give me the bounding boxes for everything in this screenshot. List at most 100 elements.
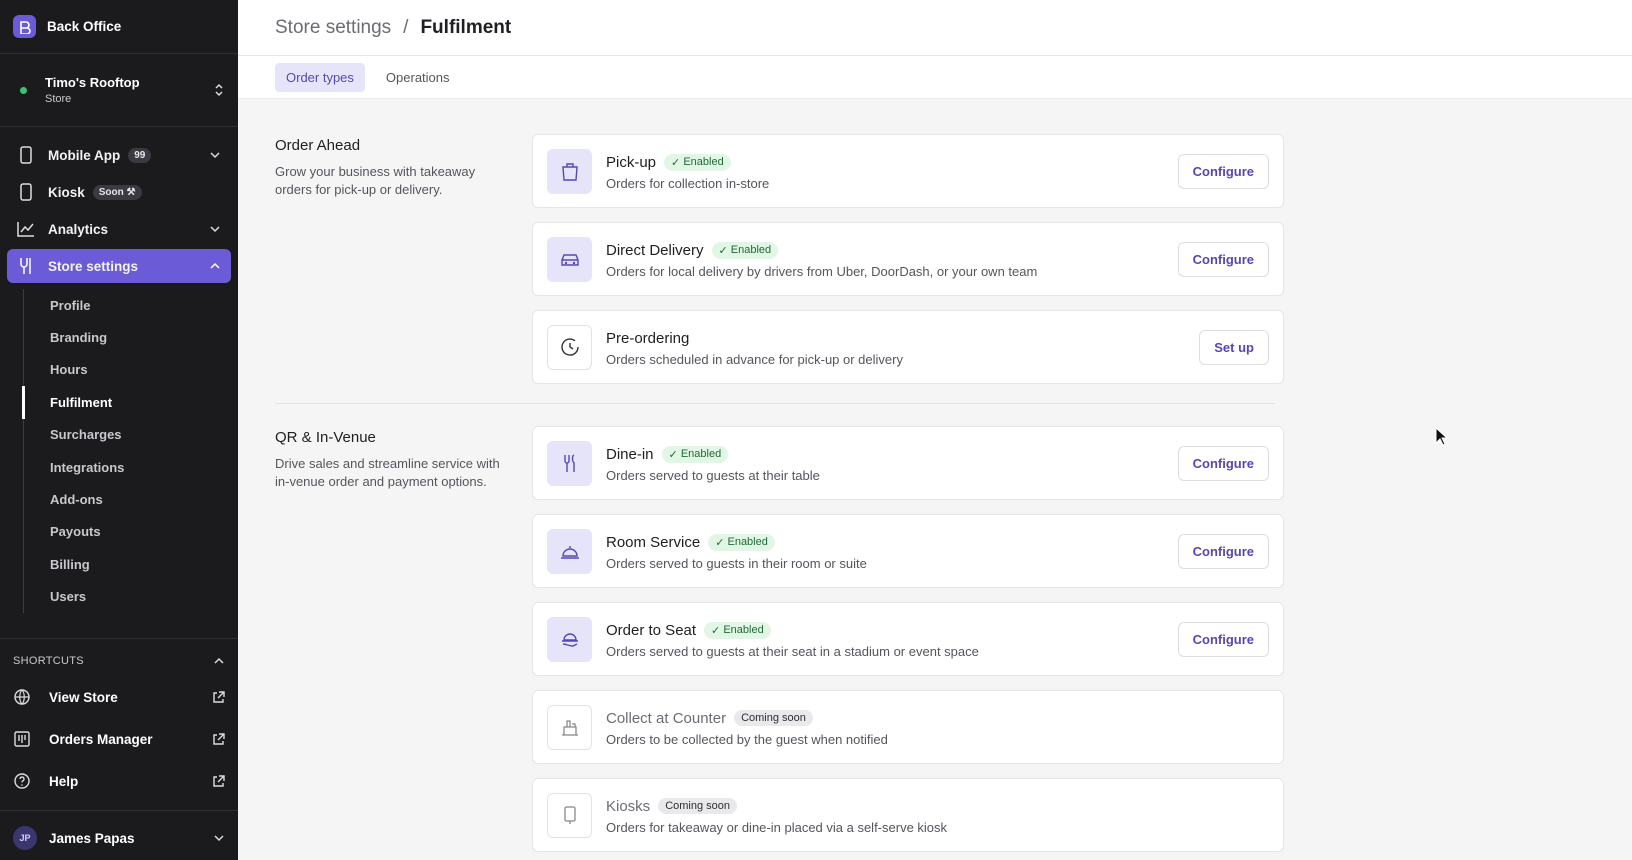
store-type: Store: [45, 92, 72, 105]
card-description: Orders to be collected by the guest when…: [606, 732, 888, 747]
nav-mobile-app[interactable]: Mobile App 99: [7, 138, 231, 172]
card-description: Orders served to guests at their seat in…: [606, 644, 979, 659]
shortcuts-header[interactable]: SHORTCUTS: [13, 655, 225, 667]
tools-icon: [17, 257, 35, 275]
chart-line-icon: [17, 220, 35, 238]
order-type-card-direct-delivery: Direct Delivery ✓ Enabled Orders for loc…: [532, 222, 1284, 296]
external-link-icon: [213, 774, 225, 787]
utensils-icon: [547, 440, 592, 486]
order-type-card-dine-in: Dine-in ✓ Enabled Orders served to guest…: [532, 426, 1284, 500]
order-type-card-kiosks: Kiosks Coming soon Orders for takeaway o…: [532, 778, 1284, 852]
section-divider: [275, 403, 1275, 404]
phone-icon: [17, 146, 35, 164]
kiosk-soon-label: Soon: [98, 186, 124, 198]
card-description: Orders served to guests in their room or…: [606, 556, 867, 571]
section-desc-qr-in-venue: Drive sales and streamline service with …: [275, 456, 500, 489]
subnav-profile[interactable]: Profile: [24, 289, 238, 321]
kiosk-icon: [547, 792, 592, 838]
card-description: Orders for collection in-store: [606, 176, 770, 191]
brand-logo-icon: [13, 15, 36, 38]
nav-analytics[interactable]: Analytics: [7, 212, 231, 246]
tab-bar: Order types Operations: [238, 56, 1632, 99]
order-type-card-room-service: Room Service ✓ Enabled Orders served to …: [532, 514, 1284, 588]
subnav-surcharges[interactable]: Surcharges: [24, 419, 238, 451]
user-menu[interactable]: JP James Papas: [13, 823, 225, 853]
card-title: Pick-up: [606, 153, 657, 171]
serving-hand-icon: [547, 616, 592, 662]
chevron-down-icon: [214, 835, 224, 842]
badge-label: Enabled: [727, 536, 768, 548]
nav-mobile-app-label: Mobile App: [48, 147, 121, 163]
configure-button[interactable]: Configure: [1177, 533, 1269, 569]
card-description: Orders for local delivery by drivers fro…: [606, 264, 1038, 279]
subnav-payouts[interactable]: Payouts: [24, 516, 238, 548]
configure-button[interactable]: Configure: [1177, 621, 1269, 657]
configure-button[interactable]: Configure: [1177, 241, 1269, 277]
breadcrumb: Store settings / Fulfilment: [238, 0, 1632, 56]
nav-kiosk-label: Kiosk: [48, 184, 85, 200]
badge-label: Enabled: [723, 624, 764, 636]
chevron-down-icon: [210, 226, 220, 233]
nav-store-settings-label: Store settings: [48, 258, 139, 274]
order-type-card-collect-at-counter: Collect at Counter Coming soon Orders to…: [532, 690, 1284, 764]
kiosk-soon-badge: Soon ⚒: [92, 184, 142, 200]
brand-name: Back Office: [47, 19, 122, 34]
tools-icon: ⚒: [126, 186, 136, 198]
nav-store-settings[interactable]: Store settings: [7, 249, 231, 283]
enabled-badge: ✓ Enabled: [664, 153, 731, 171]
subnav-integrations[interactable]: Integrations: [24, 451, 238, 483]
store-switcher[interactable]: Timo's Rooftop Store: [0, 54, 238, 127]
external-link-icon: [213, 690, 225, 703]
shortcut-orders-manager-label: Orders Manager: [49, 731, 153, 747]
card-title: Pre-ordering: [606, 329, 690, 347]
store-name: Timo's Rooftop: [45, 74, 140, 90]
mouse-cursor-icon: [1435, 427, 1449, 446]
configure-button[interactable]: Configure: [1177, 153, 1269, 189]
card-title: Kiosks: [606, 797, 651, 815]
subnav-billing[interactable]: Billing: [24, 548, 238, 580]
coming-soon-badge: Coming soon: [658, 798, 738, 814]
shortcuts-label: SHORTCUTS: [13, 655, 84, 667]
main-content: Store settings / Fulfilment Order types …: [238, 0, 1632, 860]
sidebar-nav: Mobile App 99 Kiosk Soon ⚒ Analytics Sto…: [0, 127, 238, 613]
shortcut-orders-manager[interactable]: Orders Manager: [13, 724, 225, 754]
tab-operations[interactable]: Operations: [375, 63, 461, 92]
sidebar-divider: [0, 638, 238, 639]
nav-kiosk[interactable]: Kiosk Soon ⚒: [7, 175, 231, 209]
subnav-users[interactable]: Users: [24, 581, 238, 613]
brand-header[interactable]: Back Office: [0, 0, 238, 54]
tab-order-types[interactable]: Order types: [275, 62, 365, 92]
bag-icon: [547, 148, 592, 194]
coming-soon-badge: Coming soon: [734, 710, 813, 726]
order-type-card-order-to-seat: Order to Seat ✓ Enabled Orders served to…: [532, 602, 1284, 676]
nav-analytics-label: Analytics: [48, 221, 109, 237]
subnav-add-ons[interactable]: Add-ons: [24, 483, 238, 515]
subnav-fulfilment[interactable]: Fulfilment: [22, 386, 238, 419]
mobile-app-badge: 99: [128, 147, 152, 163]
chevron-up-icon: [214, 657, 224, 664]
enabled-badge: ✓ Enabled: [711, 241, 779, 259]
orders-icon: [13, 731, 31, 747]
car-icon: [547, 236, 592, 282]
avatar: JP: [13, 826, 37, 850]
card-title: Direct Delivery: [606, 241, 704, 259]
subnav-hours[interactable]: Hours: [24, 354, 238, 386]
sidebar-divider: [0, 810, 238, 811]
badge-label: Enabled: [730, 244, 772, 256]
order-type-card-pre-ordering: Pre-ordering Orders scheduled in advance…: [532, 310, 1284, 384]
configure-button[interactable]: Configure: [1177, 445, 1269, 481]
tablet-icon: [17, 183, 35, 201]
badge-label: Enabled: [683, 156, 724, 168]
order-type-card-pickup: Pick-up ✓ Enabled Orders for collection …: [532, 134, 1284, 208]
section-title-qr-in-venue: QR & In-Venue: [275, 429, 376, 446]
breadcrumb-parent[interactable]: Store settings: [275, 17, 391, 39]
card-description: Orders scheduled in advance for pick-up …: [606, 352, 903, 367]
clock-icon: [547, 324, 592, 370]
subnav-branding[interactable]: Branding: [24, 321, 238, 353]
set-up-button[interactable]: Set up: [1199, 329, 1269, 365]
card-title: Dine-in: [606, 445, 654, 463]
user-name: James Papas: [49, 830, 135, 846]
enabled-badge: ✓ Enabled: [661, 445, 729, 463]
shortcut-view-store[interactable]: View Store: [13, 682, 225, 712]
shortcut-help[interactable]: Help: [13, 766, 225, 796]
